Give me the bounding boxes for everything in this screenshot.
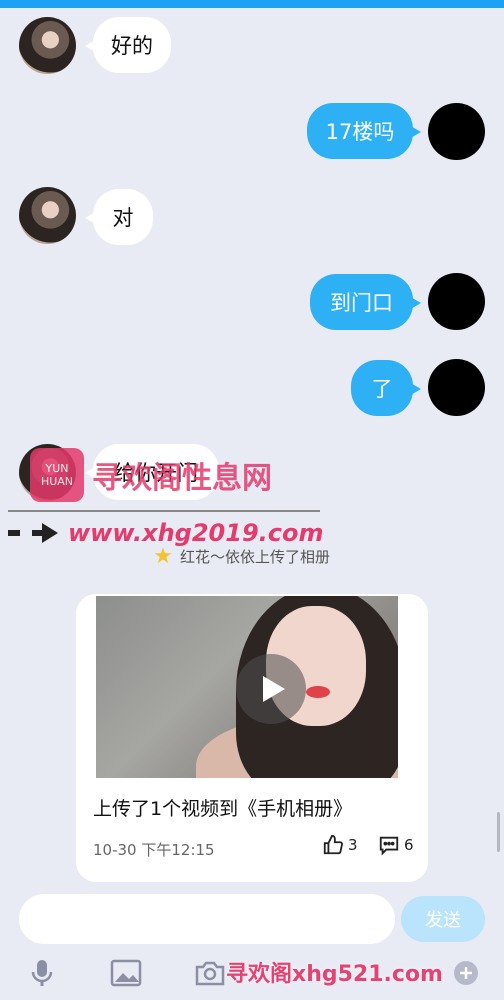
play-icon [263,676,285,702]
message-bubble-incoming: 对 [85,189,153,245]
message-input[interactable] [19,894,395,944]
like-button[interactable]: 3 [322,834,358,856]
contact-avatar[interactable] [19,187,76,244]
image-icon[interactable] [110,958,142,988]
plus-icon[interactable] [450,958,482,988]
album-upload-card[interactable]: 上传了1个视频到《手机相册》 10-30 下午12:15 3 6 [76,594,428,882]
message-bubble-outgoing: 了 [351,360,421,416]
thumbs-up-icon [323,834,343,855]
send-button[interactable]: 发送 [401,896,485,942]
microphone-icon[interactable] [26,958,58,988]
watermark: YUN HUAN 寻欢阁性息网 [30,445,330,505]
comment-count: 6 [404,836,414,854]
message-bubble-outgoing: 到门口 [310,274,421,330]
video-thumbnail[interactable] [96,596,398,778]
scrollbar[interactable] [497,812,500,852]
card-timestamp: 10-30 下午12:15 [93,841,215,859]
message-bubble-outgoing: 17楼吗 [307,103,421,159]
card-title: 上传了1个视频到《手机相册》 [93,798,353,820]
comment-button[interactable]: 6 [378,834,414,856]
watermark-site-name: 寻欢阁性息网 [92,461,272,496]
comment-icon [379,836,399,856]
watermark-logo: YUN HUAN [30,448,84,502]
my-avatar[interactable] [428,359,485,416]
play-button[interactable] [236,654,306,724]
watermark-divider [8,510,320,514]
contact-avatar[interactable] [19,17,76,74]
my-avatar[interactable] [428,103,485,160]
like-count: 3 [348,836,358,854]
watermark-bottom: 寻欢阁xhg521.com [226,962,443,987]
star-icon: ★ [153,543,173,569]
my-avatar[interactable] [428,273,485,330]
notice-text: 红花～依依上传了相册 [180,547,331,566]
camera-icon[interactable] [194,958,226,988]
system-notice: ★ 红花～依依上传了相册 [152,543,330,569]
message-bubble-incoming: 好的 [85,17,171,73]
arrow-right-icon [8,523,58,543]
top-accent-bar [0,0,504,8]
